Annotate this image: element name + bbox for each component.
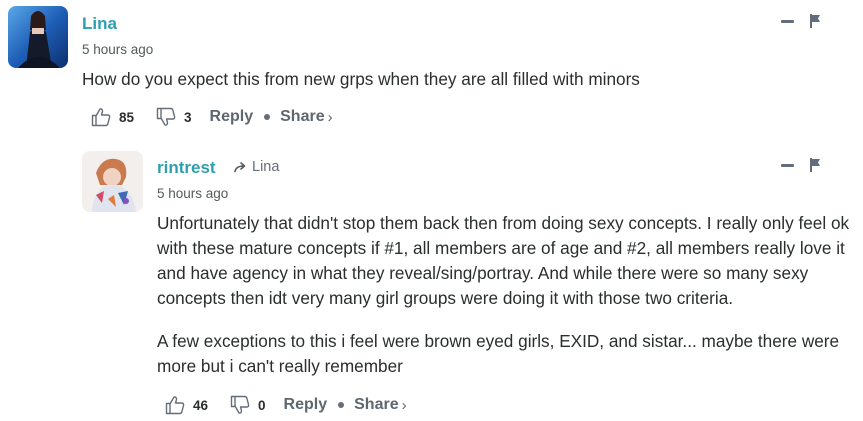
avatar[interactable] <box>8 6 68 68</box>
comment-controls <box>781 158 820 172</box>
reply-to-user[interactable]: Lina <box>252 159 279 175</box>
comment-body: How do you expect this from new grps whe… <box>82 67 842 92</box>
comment-controls <box>781 14 820 28</box>
thumbs-up-icon <box>165 396 185 415</box>
downvote-button[interactable]: 3 <box>156 107 192 127</box>
timestamp[interactable]: 5 hours ago <box>157 186 228 202</box>
upvote-count: 85 <box>119 109 135 125</box>
comment-paragraph: Unfortunately that didn't stop them back… <box>157 213 850 308</box>
upvote-button[interactable]: 46 <box>165 395 208 415</box>
username[interactable]: Lina <box>82 14 117 34</box>
upvote-button[interactable]: 85 <box>91 107 134 127</box>
reply-button[interactable]: Reply <box>210 108 254 126</box>
thumbs-up-icon <box>91 108 111 127</box>
username[interactable]: rintrest <box>157 158 216 178</box>
flag-icon[interactable] <box>810 158 820 172</box>
chevron-right-icon[interactable]: › <box>328 109 333 126</box>
thumbs-down-icon <box>156 107 176 126</box>
chevron-right-icon[interactable]: › <box>402 397 407 414</box>
downvote-count: 0 <box>258 397 266 413</box>
minus-icon[interactable] <box>781 163 794 167</box>
avatar[interactable] <box>82 151 143 212</box>
reply-arrow-icon <box>234 161 246 172</box>
separator-dot <box>338 402 345 408</box>
comment-paragraph: A few exceptions to this i feel were bro… <box>157 331 840 376</box>
reply-button[interactable]: Reply <box>284 396 328 414</box>
comment-paragraph: How do you expect this from new grps whe… <box>82 69 640 89</box>
downvote-count: 3 <box>184 109 192 125</box>
upvote-count: 46 <box>193 397 209 413</box>
share-button[interactable]: Share <box>280 108 324 126</box>
comment-body: Unfortunately that didn't stop them back… <box>157 211 857 379</box>
thumbs-down-icon <box>230 395 250 414</box>
separator-dot <box>264 114 271 120</box>
comment-actions: 85 3 Reply Share › <box>91 106 333 128</box>
timestamp[interactable]: 5 hours ago <box>82 42 153 58</box>
minus-icon[interactable] <box>781 19 794 23</box>
comment-actions: 46 0 Reply Share › <box>165 394 407 416</box>
reply-to[interactable]: Lina <box>234 159 279 175</box>
flag-icon[interactable] <box>810 14 820 28</box>
share-button[interactable]: Share <box>354 396 398 414</box>
downvote-button[interactable]: 0 <box>230 395 266 415</box>
